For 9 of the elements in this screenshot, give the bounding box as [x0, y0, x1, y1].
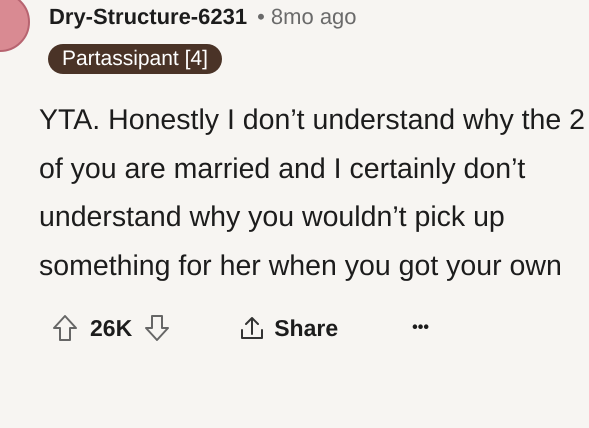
upvote-arrow-icon	[52, 314, 78, 342]
comment-text: YTA. Honestly I don’t understand why the 2 of you are married and I certainly don’t understand why you wouldn’t pick up something for her when you got your own	[39, 103, 586, 284]
vote-score: 26K	[90, 314, 132, 342]
more-options-button[interactable]: •••	[408, 315, 433, 341]
author-name[interactable]: Dry-Structure-6231	[49, 4, 248, 30]
share-button[interactable]: Share	[230, 310, 346, 346]
user-flair: Partassipant [4]	[48, 44, 222, 74]
post-time: • 8mo ago	[257, 4, 357, 30]
downvote-arrow-icon	[144, 314, 170, 342]
